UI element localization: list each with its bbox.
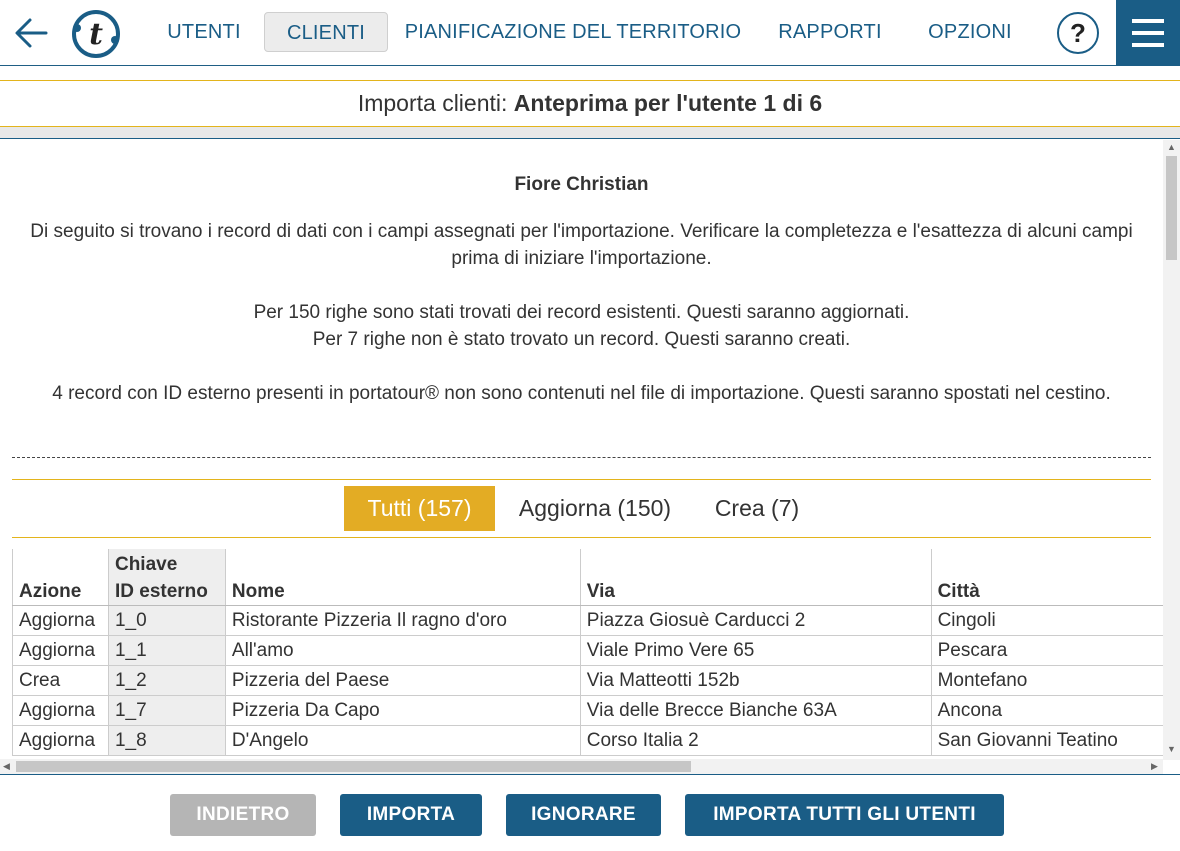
nav-pianificazione-territorio[interactable]: PIANIFICAZIONE DEL TERRITORIO — [400, 12, 746, 52]
cell-id-esterno: 1_0 — [107, 605, 226, 636]
cell-nome: Pizzeria Da Capo — [224, 695, 581, 726]
page-title: Importa clienti: Anteprima per l'utente … — [0, 80, 1180, 127]
cell-via: Corso Italia 2 — [579, 725, 932, 756]
top-navigation-bar: t UTENTI CLIENTI PIANIFICAZIONE DEL TERR… — [0, 0, 1180, 66]
table-row: Aggiorna 1_8 D'Angelo Corso Italia 2 San… — [12, 725, 1163, 756]
svg-text:t: t — [89, 17, 103, 52]
cell-nome: Pizzeria del Paese — [224, 665, 581, 696]
header-chiave-line1: Chiave — [114, 554, 178, 575]
footer-divider — [0, 774, 1180, 775]
horizontal-scrollbar[interactable]: ◀ ▶ — [0, 759, 1163, 774]
cell-via: Viale Primo Vere 65 — [579, 635, 932, 666]
cell-via: Via delle Brecce Bianche 63A — [579, 695, 932, 726]
cell-citta: Montefano — [930, 665, 1163, 696]
table-row: Aggiorna 1_1 All'amo Viale Primo Vere 65… — [12, 635, 1163, 666]
header-azione[interactable]: Azione — [12, 549, 109, 606]
header-via[interactable]: Via — [579, 549, 932, 606]
cell-id-esterno: 1_2 — [107, 665, 226, 696]
nav-clienti[interactable]: CLIENTI — [264, 12, 388, 52]
import-button[interactable]: IMPORTA — [340, 794, 482, 836]
cell-citta: Cingoli — [930, 605, 1163, 636]
preview-table: Azione Chiave ID esterno Nome Via Città A… — [12, 549, 1163, 756]
table-header-row: Azione Chiave ID esterno Nome Via Città — [12, 549, 1163, 606]
header-chiave-id-esterno[interactable]: Chiave ID esterno — [107, 549, 226, 606]
table-row: Crea 1_2 Pizzeria del Paese Via Matteott… — [12, 665, 1163, 696]
nav-rapporti[interactable]: RAPPORTI — [766, 12, 894, 52]
scroll-left-arrow-icon[interactable]: ◀ — [3, 761, 10, 772]
tabs-divider-top — [12, 479, 1151, 480]
cell-id-esterno: 1_1 — [107, 635, 226, 666]
title-divider — [0, 127, 1180, 139]
vertical-scrollbar[interactable]: ▲ ▼ — [1163, 140, 1180, 760]
cell-citta: Ancona — [930, 695, 1163, 726]
scroll-down-arrow-icon[interactable]: ▼ — [1167, 744, 1176, 754]
trash-notice-text: 4 record con ID esterno presenti in port… — [52, 383, 1111, 404]
cell-id-esterno: 1_7 — [107, 695, 226, 726]
cell-azione: Aggiorna — [12, 605, 109, 636]
header-chiave-line2: ID esterno — [114, 581, 208, 602]
table-row: Aggiorna 1_0 Ristorante Pizzeria Il ragn… — [12, 605, 1163, 636]
cell-azione: Aggiorna — [12, 695, 109, 726]
tab-tutti[interactable]: Tutti (157) — [344, 486, 495, 531]
header-citta[interactable]: Città — [930, 549, 1163, 606]
vertical-scroll-thumb[interactable] — [1166, 156, 1177, 260]
cell-via: Piazza Giosuè Carducci 2 — [579, 605, 932, 636]
horizontal-scroll-thumb[interactable] — [16, 761, 691, 772]
page-title-prefix: Importa clienti: — [357, 90, 508, 116]
ignore-button[interactable]: IGNORARE — [506, 794, 661, 836]
tabs-divider-bottom — [12, 537, 1151, 538]
tab-aggiorna[interactable]: Aggiorna (150) — [505, 486, 685, 531]
update-count-text: Per 150 righe sono stati trovati dei rec… — [253, 302, 910, 323]
preview-content: Fiore Christian Di seguito si trovano i … — [0, 140, 1163, 760]
cell-nome: D'Angelo — [224, 725, 581, 756]
cell-via: Via Matteotti 152b — [579, 665, 932, 696]
dotted-divider — [12, 457, 1151, 458]
hamburger-menu-icon[interactable] — [1116, 0, 1180, 66]
cell-nome: All'amo — [224, 635, 581, 666]
create-count-text: Per 7 righe non è stato trovato un recor… — [312, 329, 851, 350]
intro-text: Di seguito si trovano i record di dati c… — [30, 221, 1133, 269]
help-icon[interactable]: ? — [1057, 12, 1099, 54]
scroll-right-arrow-icon[interactable]: ▶ — [1151, 761, 1158, 772]
scroll-up-arrow-icon[interactable]: ▲ — [1167, 142, 1176, 152]
back-button[interactable]: INDIETRO — [170, 794, 316, 836]
page-title-main: Anteprima per l'utente 1 di 6 — [513, 90, 823, 116]
cell-id-esterno: 1_8 — [107, 725, 226, 756]
tab-crea[interactable]: Crea (7) — [702, 486, 812, 531]
table-row: Aggiorna 1_7 Pizzeria Da Capo Via delle … — [12, 695, 1163, 726]
cell-nome: Ristorante Pizzeria Il ragno d'oro — [224, 605, 581, 636]
cell-azione: Aggiorna — [12, 635, 109, 666]
cell-citta: Pescara — [930, 635, 1163, 666]
portatour-logo[interactable]: t — [70, 8, 122, 60]
cell-azione: Aggiorna — [12, 725, 109, 756]
cell-citta: San Giovanni Teatino — [930, 725, 1163, 756]
back-arrow-icon[interactable] — [12, 14, 52, 52]
cell-azione: Crea — [12, 665, 109, 696]
nav-opzioni[interactable]: OPZIONI — [912, 12, 1028, 52]
nav-utenti[interactable]: UTENTI — [152, 12, 256, 52]
header-nome[interactable]: Nome — [224, 549, 581, 606]
import-all-users-button[interactable]: IMPORTA TUTTI GLI UTENTI — [685, 794, 1004, 836]
user-name: Fiore Christian — [514, 174, 649, 195]
